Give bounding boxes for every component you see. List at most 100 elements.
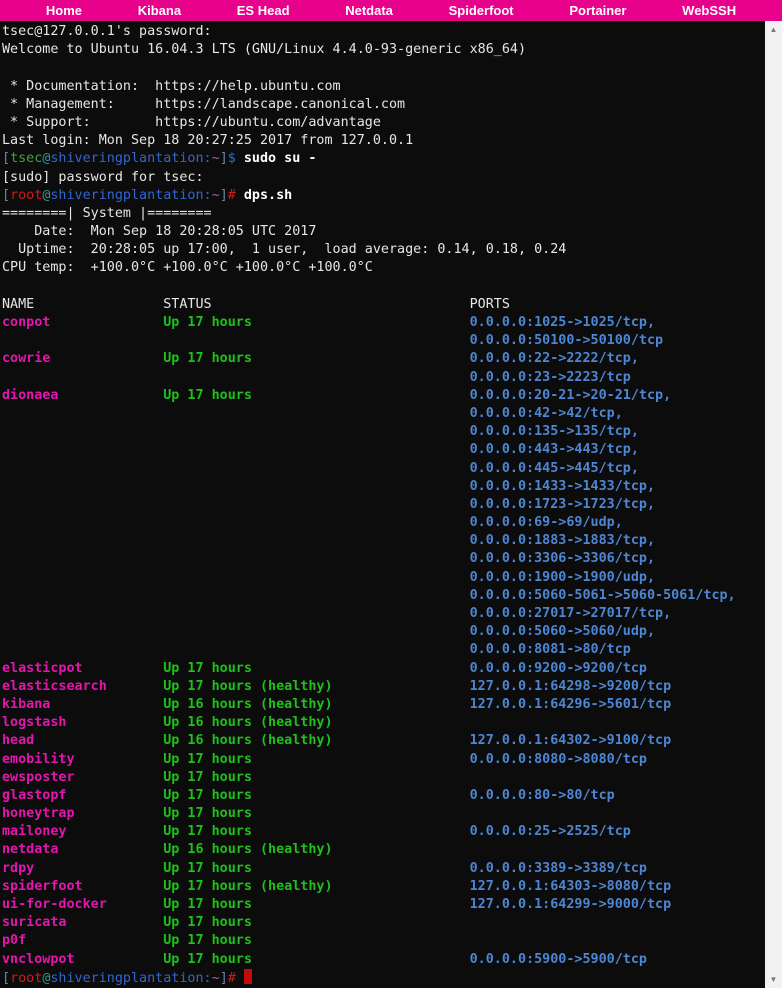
terminal-cursor: [244, 969, 252, 984]
terminal-text: 127.0.0.1:64298->9200/tcp: [470, 679, 672, 694]
terminal-text: 0.0.0.0:443->443/tcp,: [470, 442, 639, 457]
terminal-line: Date: Mon Sep 18 20:28:05 UTC 2017: [2, 223, 765, 241]
terminal-line: [2, 59, 765, 77]
terminal-text: [: [2, 188, 10, 203]
table-row-ports: 0.0.0.0:3306->3306/tcp,: [2, 550, 765, 568]
terminal-text: 0.0.0.0:5060-5061->5060-5061/tcp,: [470, 588, 736, 603]
terminal-line: CPU temp: +100.0°C +100.0°C +100.0°C +10…: [2, 259, 765, 277]
terminal-text: 0.0.0.0:8080->8080/tcp: [470, 752, 647, 767]
terminal-text: #: [228, 971, 244, 986]
terminal-text: 127.0.0.1:64303->8080/tcp: [470, 879, 672, 894]
table-row: emobility Up 17 hours 0.0.0.0:8080->8080…: [2, 751, 765, 769]
terminal-text: [2, 406, 470, 421]
terminal-text: ]: [220, 971, 228, 986]
table-row: honeytrap Up 17 hours: [2, 805, 765, 823]
table-row-ports: 0.0.0.0:42->42/tcp,: [2, 405, 765, 423]
terminal-text: cowrie: [2, 351, 163, 366]
nav-item-es-head[interactable]: ES Head: [237, 0, 290, 21]
table-row: suricata Up 17 hours: [2, 914, 765, 932]
table-row: kibana Up 16 hours (healthy) 127.0.0.1:6…: [2, 696, 765, 714]
table-row: elasticsearch Up 17 hours (healthy) 127.…: [2, 678, 765, 696]
terminal-text: ~: [212, 188, 220, 203]
terminal-line: * Support: https://ubuntu.com/advantage: [2, 114, 765, 132]
terminal-text: $: [228, 151, 244, 166]
table-row: ewsposter Up 17 hours: [2, 769, 765, 787]
table-header: NAME STATUS PORTS: [2, 296, 765, 314]
webssh-app: Home Kibana ES Head Netdata Spiderfoot Portai…: [0, 0, 782, 988]
terminal-text: glastopf: [2, 788, 163, 803]
table-row: spiderfoot Up 17 hours (healthy) 127.0.0…: [2, 878, 765, 896]
terminal-text: 0.0.0.0:22->2222/tcp,: [470, 351, 639, 366]
table-row: ui-for-docker Up 17 hours 127.0.0.1:6429…: [2, 896, 765, 914]
table-row-ports: 0.0.0.0:5060->5060/udp,: [2, 623, 765, 641]
terminal-text: Up 17 hours: [163, 915, 469, 930]
nav-item-webssh[interactable]: WebSSH: [682, 0, 736, 21]
terminal-text: root: [10, 971, 42, 986]
nav-item-netdata[interactable]: Netdata: [345, 0, 393, 21]
terminal-text: Up 17 hours: [163, 388, 469, 403]
nav-item-spiderfoot[interactable]: Spiderfoot: [449, 0, 514, 21]
terminal-text: 0.0.0.0:3306->3306/tcp,: [470, 551, 655, 566]
scroll-down-button[interactable]: ▼: [765, 971, 782, 988]
terminal-text: [2, 606, 470, 621]
table-row-ports: 0.0.0.0:1900->1900/udp,: [2, 569, 765, 587]
terminal-text: ========| System |========: [2, 206, 212, 221]
terminal-text: 0.0.0.0:3389->3389/tcp: [470, 861, 647, 876]
scroll-up-button[interactable]: ▲: [765, 21, 782, 38]
terminal-text: shiveringplantation:: [50, 188, 211, 203]
table-row-ports: 0.0.0.0:27017->27017/tcp,: [2, 605, 765, 623]
terminal-text: sudo su -: [244, 151, 317, 166]
table-row-ports: 0.0.0.0:50100->50100/tcp: [2, 332, 765, 350]
terminal-text: 127.0.0.1:64299->9000/tcp: [470, 897, 672, 912]
terminal-text: [sudo] password for tsec:: [2, 170, 204, 185]
table-row: mailoney Up 17 hours 0.0.0.0:25->2525/tc…: [2, 823, 765, 841]
nav-item-home[interactable]: Home: [46, 0, 82, 21]
terminal-text: mailoney: [2, 824, 163, 839]
terminal-text: kibana: [2, 697, 163, 712]
table-row: vnclowpot Up 17 hours 0.0.0.0:5900->5900…: [2, 951, 765, 969]
terminal-text: Uptime: 20:28:05 up 17:00, 1 user, load …: [2, 242, 566, 257]
terminal-text: 127.0.0.1:64296->5601/tcp: [470, 697, 672, 712]
terminal-line: ========| System |========: [2, 205, 765, 223]
terminal-text: 0.0.0.0:1025->1025/tcp,: [470, 315, 655, 330]
terminal-line: * Documentation: https://help.ubuntu.com: [2, 78, 765, 96]
terminal-text: Up 17 hours: [163, 661, 469, 676]
scrollbar[interactable]: ▲ ▼: [765, 21, 782, 988]
terminal-text: 0.0.0.0:20-21->20-21/tcp,: [470, 388, 672, 403]
terminal-line: [root@shiveringplantation:~]# dps.sh: [2, 187, 765, 205]
terminal-text: 127.0.0.1:64302->9100/tcp: [470, 733, 672, 748]
terminal-text: suricata: [2, 915, 163, 930]
terminal-text: Up 17 hours: [163, 897, 469, 912]
top-nav: Home Kibana ES Head Netdata Spiderfoot Portai…: [0, 0, 782, 21]
table-row: rdpy Up 17 hours 0.0.0.0:3389->3389/tcp: [2, 860, 765, 878]
terminal-text: [2, 497, 470, 512]
table-row: dionaea Up 17 hours 0.0.0.0:20-21->20-21…: [2, 387, 765, 405]
terminal-text: [2, 424, 470, 439]
terminal-text: CPU temp: +100.0°C +100.0°C +100.0°C +10…: [2, 260, 373, 275]
terminal-text: Up 17 hours (healthy): [163, 679, 469, 694]
terminal-text: Up 17 hours: [163, 351, 469, 366]
terminal-text: ui-for-docker: [2, 897, 163, 912]
table-row: logstash Up 16 hours (healthy): [2, 714, 765, 732]
shell-prompt: [root@shiveringplantation:~]#: [2, 969, 765, 987]
terminal-text: 0.0.0.0:1883->1883/tcp,: [470, 533, 655, 548]
terminal-text: Up 17 hours: [163, 315, 469, 330]
terminal-text: dps.sh: [244, 188, 292, 203]
nav-item-portainer[interactable]: Portainer: [569, 0, 626, 21]
terminal-text: logstash: [2, 715, 163, 730]
terminal-text: * Documentation: https://help.ubuntu.com: [2, 79, 341, 94]
terminal-text: ~: [212, 151, 220, 166]
terminal-text: 0.0.0.0:1900->1900/udp,: [470, 570, 655, 585]
terminal-line: [sudo] password for tsec:: [2, 169, 765, 187]
table-row-ports: 0.0.0.0:1883->1883/tcp,: [2, 532, 765, 550]
terminal-text: netdata: [2, 842, 163, 857]
terminal-text: [2, 333, 470, 348]
terminal-text: shiveringplantation:: [50, 151, 211, 166]
terminal-screen[interactable]: tsec@127.0.0.1's password:Welcome to Ubu…: [0, 21, 765, 988]
nav-item-kibana[interactable]: Kibana: [138, 0, 181, 21]
terminal-text: ~: [212, 971, 220, 986]
terminal-text: rdpy: [2, 861, 163, 876]
table-row: elasticpot Up 17 hours 0.0.0.0:9200->920…: [2, 660, 765, 678]
terminal-text: ]: [220, 151, 228, 166]
terminal-text: Up 17 hours: [163, 788, 469, 803]
